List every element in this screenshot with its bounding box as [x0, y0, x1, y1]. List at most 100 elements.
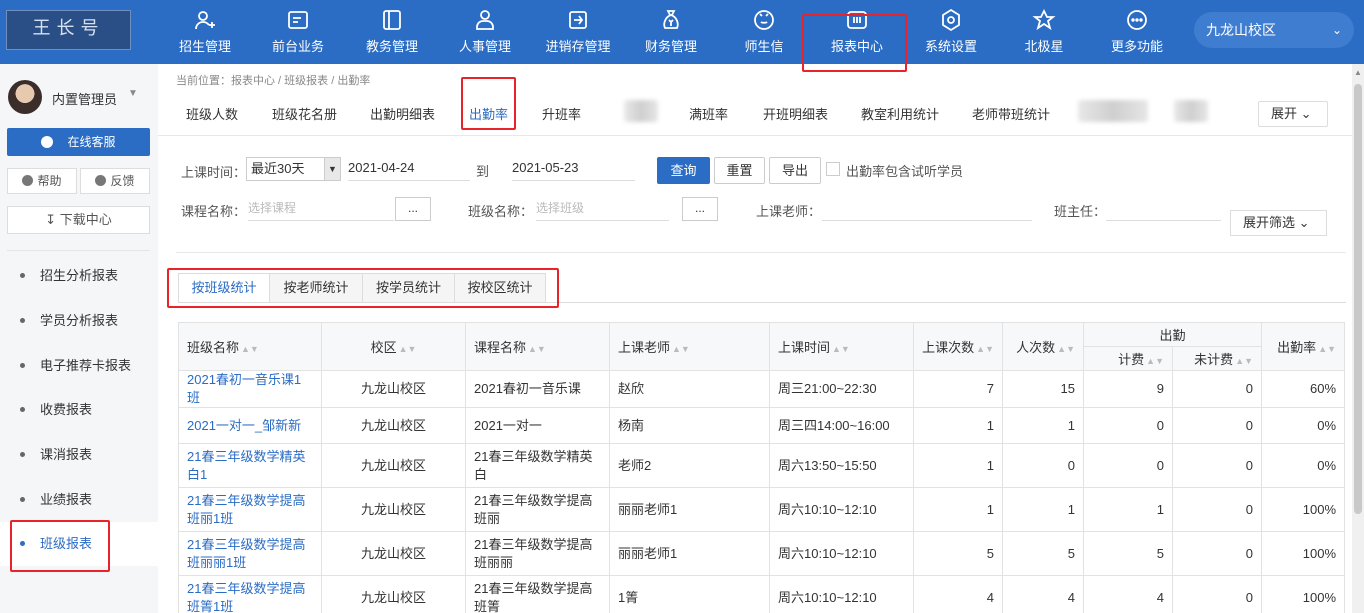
- sort-icon[interactable]: ▲▼: [241, 344, 259, 354]
- sort-icon[interactable]: ▲▼: [399, 344, 417, 354]
- campus-cell: 九龙山校区: [321, 407, 466, 444]
- sidebar-item-referral-card[interactable]: 电子推荐卡报表: [0, 344, 158, 388]
- column-header-time[interactable]: 上课时间 ▲▼: [769, 322, 914, 371]
- tab-attendance-rate[interactable]: 出勤率: [469, 104, 508, 123]
- tab-class-opening-detail[interactable]: 开班明细表: [763, 104, 828, 123]
- column-header-billed[interactable]: 计费 ▲▼: [1083, 346, 1173, 371]
- person-times-cell: 0: [1002, 443, 1084, 488]
- include-trial-checkbox[interactable]: [826, 162, 840, 176]
- tab-full-class-rate[interactable]: 满班率: [689, 104, 728, 123]
- tab-teacher-class-stats[interactable]: 老师带班统计: [972, 104, 1050, 123]
- tab-classroom-usage[interactable]: 教室利用统计: [861, 104, 939, 123]
- nav-item-finance[interactable]: 财务管理: [625, 0, 717, 64]
- class-name-link[interactable]: 21春三年级数学提高班箐1班: [178, 575, 322, 613]
- column-header-class-name[interactable]: 班级名称 ▲▼: [178, 322, 322, 371]
- class-name-link[interactable]: 2021春初一音乐课1班: [178, 370, 322, 408]
- nav-item-more[interactable]: 更多功能: [1091, 0, 1183, 64]
- breadcrumb: 当前位置：报表中心 / 班级报表 / 出勤率: [176, 75, 371, 87]
- unbilled-cell: 0: [1171, 443, 1263, 488]
- user-profile[interactable]: 内置管理员 ▼: [8, 80, 153, 116]
- campus-cell: 九龙山校区: [321, 531, 466, 576]
- sort-icon[interactable]: ▲▼: [1318, 344, 1336, 354]
- course-input[interactable]: 选择课程: [248, 197, 394, 221]
- tab-class-count[interactable]: 班级人数: [186, 104, 238, 123]
- sort-icon[interactable]: ▲▼: [976, 344, 994, 354]
- avatar: [8, 80, 42, 114]
- sidebar-item-class-report[interactable]: 班级报表: [0, 522, 158, 566]
- export-button[interactable]: 导出: [769, 157, 821, 184]
- nav-item-hr[interactable]: 人事管理: [439, 0, 531, 64]
- class-name-link[interactable]: 2021一对一_邹新新: [178, 407, 322, 444]
- vertical-scrollbar[interactable]: ▲: [1352, 64, 1364, 613]
- scroll-up-icon[interactable]: ▲: [1354, 68, 1362, 77]
- column-header-person-times[interactable]: 人次数 ▲▼: [1002, 322, 1084, 371]
- start-date-input[interactable]: 2021-04-24: [348, 157, 470, 181]
- sidebar-item-enrollment-analysis[interactable]: 招生分析报表: [0, 254, 158, 298]
- help-button[interactable]: 帮助: [7, 168, 77, 194]
- tab-by-teacher[interactable]: 按老师统计: [269, 273, 363, 303]
- class-name-link[interactable]: 21春三年级数学精英白1: [178, 443, 322, 488]
- sort-icon[interactable]: ▲▼: [1146, 356, 1164, 366]
- column-header-course[interactable]: 课程名称 ▲▼: [465, 322, 610, 371]
- sessions-cell: 4: [913, 575, 1003, 613]
- include-trial-label: 出勤率包含试听学员: [846, 164, 964, 179]
- teacher-input[interactable]: [822, 197, 1032, 221]
- tab-by-campus[interactable]: 按校区统计: [454, 273, 546, 303]
- divider: [158, 135, 1364, 136]
- class-name-link[interactable]: 21春三年级数学提高班丽丽1班: [178, 531, 322, 576]
- download-center-button[interactable]: ↧ 下载中心: [7, 206, 150, 234]
- column-header-teacher[interactable]: 上课老师 ▲▼: [609, 322, 770, 371]
- nav-item-frontdesk[interactable]: 前台业务: [252, 0, 344, 64]
- expand-filter-button[interactable]: 展开筛选 ⌄: [1230, 210, 1327, 236]
- column-header-rate[interactable]: 出勤率 ▲▼: [1261, 322, 1346, 371]
- sort-icon[interactable]: ▲▼: [528, 344, 546, 354]
- sidebar: 内置管理员 ▼ 在线客服 帮助 反馈 ↧ 下载中心 招生分析报表 学员分析报表 …: [0, 64, 158, 613]
- end-date-input[interactable]: 2021-05-23: [512, 157, 635, 181]
- course-picker-button[interactable]: ...: [395, 197, 431, 221]
- campus-selector[interactable]: 九龙山校区 ⌄: [1194, 12, 1354, 48]
- reset-button[interactable]: 重置: [714, 157, 765, 184]
- sort-icon[interactable]: ▲▼: [1235, 356, 1253, 366]
- tab-by-student[interactable]: 按学员统计: [362, 273, 455, 303]
- sidebar-item-fee-report[interactable]: 收费报表: [0, 388, 158, 432]
- sidebar-item-student-analysis[interactable]: 学员分析报表: [0, 299, 158, 343]
- service-icon: [41, 136, 54, 148]
- tab-promotion-rate[interactable]: 升班率: [542, 104, 581, 123]
- column-header-campus[interactable]: 校区 ▲▼: [321, 322, 466, 371]
- class-picker-button[interactable]: ...: [682, 197, 718, 221]
- chat-icon: [752, 8, 776, 32]
- caret-down-icon[interactable]: ▼: [128, 88, 138, 99]
- sidebar-item-consumption-report[interactable]: 课消报表: [0, 433, 158, 477]
- sort-icon[interactable]: ▲▼: [832, 344, 850, 354]
- tab-by-class[interactable]: 按班级统计: [178, 273, 270, 303]
- class-name-link[interactable]: 21春三年级数学提高班丽1班: [178, 487, 322, 532]
- scrollbar-thumb[interactable]: [1354, 84, 1362, 514]
- to-label: 到: [476, 164, 490, 179]
- nav-item-academic[interactable]: 教务管理: [346, 0, 438, 64]
- range-select[interactable]: 最近30天 ▼: [246, 157, 341, 181]
- column-header-sessions[interactable]: 上课次数 ▲▼: [913, 322, 1003, 371]
- bullet-icon: [20, 497, 25, 502]
- expand-tabs-button[interactable]: 展开 ⌄: [1258, 101, 1328, 127]
- tab-class-roster[interactable]: 班级花名册: [272, 104, 337, 123]
- nav-item-report-center[interactable]: 报表中心: [811, 0, 903, 64]
- class-input[interactable]: 选择班级: [536, 197, 669, 221]
- course-cell: 21春三年级数学精英白: [465, 443, 610, 488]
- query-button[interactable]: 查询: [657, 157, 710, 184]
- sort-icon[interactable]: ▲▼: [1057, 344, 1075, 354]
- column-header-unbilled[interactable]: 未计费 ▲▼: [1171, 346, 1263, 371]
- head-teacher-input[interactable]: [1106, 197, 1221, 221]
- unbilled-cell: 0: [1171, 407, 1263, 444]
- teacher-cell: 老师2: [609, 443, 770, 488]
- feedback-button[interactable]: 反馈: [80, 168, 150, 194]
- time-cell: 周六10:10~12:10: [769, 487, 914, 532]
- nav-item-inventory[interactable]: 进销存管理: [532, 0, 624, 64]
- nav-item-enrollment[interactable]: 招生管理: [159, 0, 251, 64]
- tab-attendance-detail[interactable]: 出勤明细表: [370, 104, 435, 123]
- online-service-button[interactable]: 在线客服: [7, 128, 150, 156]
- sidebar-item-performance-report[interactable]: 业绩报表: [0, 478, 158, 522]
- nav-item-messages[interactable]: 师生信: [718, 0, 810, 64]
- nav-item-settings[interactable]: 系统设置: [905, 0, 997, 64]
- sort-icon[interactable]: ▲▼: [672, 344, 690, 354]
- nav-item-polaris[interactable]: 北极星: [998, 0, 1090, 64]
